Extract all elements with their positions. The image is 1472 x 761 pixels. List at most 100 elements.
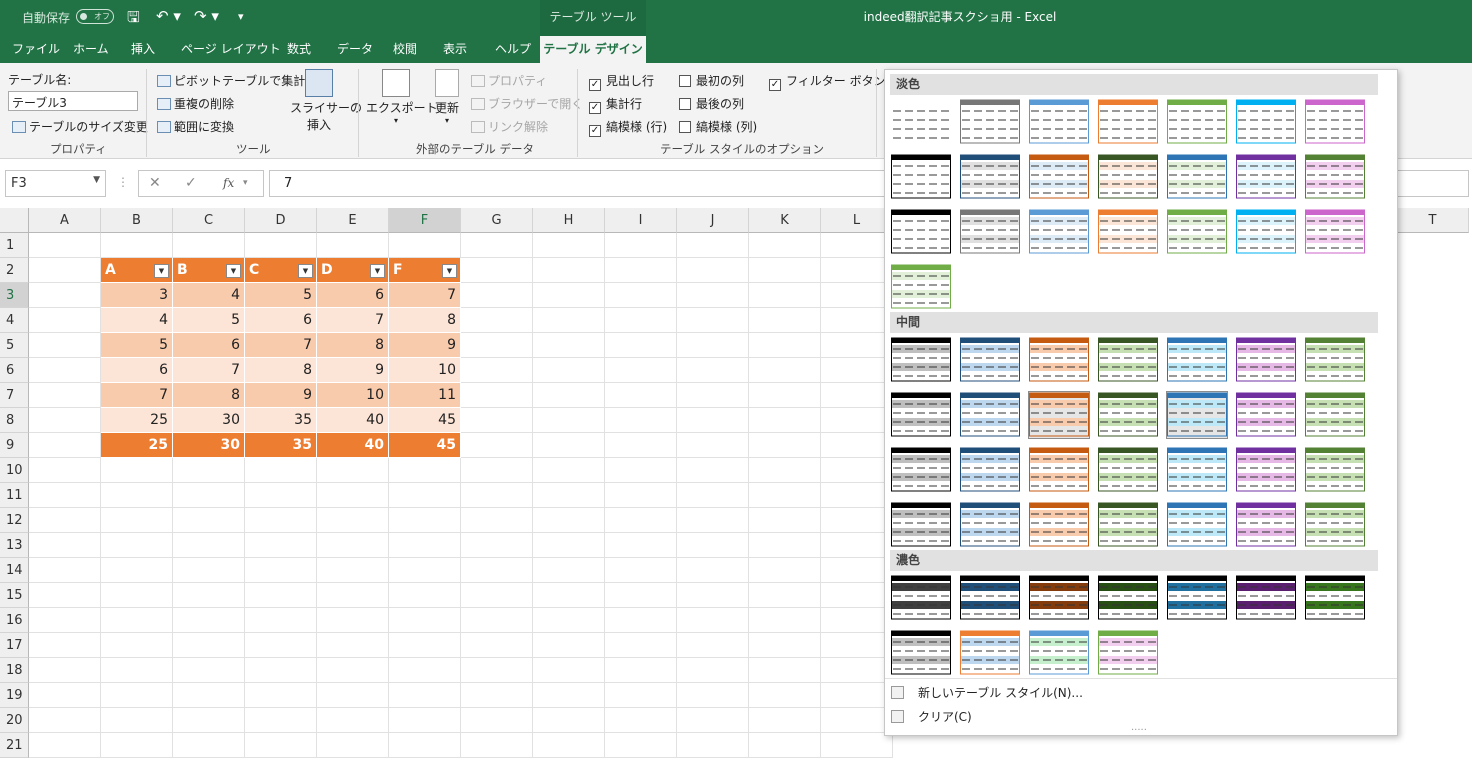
convert-to-range-button[interactable]: 範囲に変換 bbox=[157, 118, 234, 135]
cell[interactable] bbox=[677, 508, 749, 533]
cell[interactable] bbox=[605, 633, 677, 658]
table-style-swatch[interactable] bbox=[1235, 98, 1297, 146]
cell[interactable] bbox=[749, 433, 821, 458]
column-header[interactable]: B bbox=[101, 208, 173, 233]
cell[interactable] bbox=[317, 558, 389, 583]
cell[interactable] bbox=[749, 508, 821, 533]
cell[interactable] bbox=[245, 558, 317, 583]
row-header[interactable]: 8 bbox=[0, 408, 29, 433]
row-header[interactable]: 19 bbox=[0, 683, 29, 708]
row-header[interactable]: 4 bbox=[0, 308, 29, 333]
filter-dropdown-icon[interactable]: ▼ bbox=[298, 264, 313, 278]
column-header[interactable]: D bbox=[245, 208, 317, 233]
table-style-swatch[interactable] bbox=[1028, 501, 1090, 549]
cell[interactable] bbox=[605, 533, 677, 558]
table-cell[interactable]: 8 bbox=[389, 308, 461, 333]
cell[interactable] bbox=[317, 458, 389, 483]
table-style-swatch[interactable] bbox=[1097, 153, 1159, 201]
table-style-swatch[interactable] bbox=[1028, 208, 1090, 256]
table-cell[interactable]: 10 bbox=[317, 383, 389, 408]
cell[interactable] bbox=[461, 383, 533, 408]
cell[interactable] bbox=[605, 558, 677, 583]
cell[interactable] bbox=[29, 658, 101, 683]
row-header[interactable]: 7 bbox=[0, 383, 29, 408]
cell[interactable] bbox=[173, 558, 245, 583]
cell[interactable] bbox=[677, 333, 749, 358]
cell[interactable] bbox=[29, 258, 101, 283]
cell[interactable] bbox=[101, 558, 173, 583]
cell[interactable] bbox=[173, 533, 245, 558]
column-header[interactable]: J bbox=[677, 208, 749, 233]
column-header[interactable]: F bbox=[389, 208, 461, 233]
column-header[interactable]: K bbox=[749, 208, 821, 233]
cell[interactable] bbox=[605, 733, 677, 758]
row-header[interactable]: 14 bbox=[0, 558, 29, 583]
cell[interactable] bbox=[749, 683, 821, 708]
cell[interactable] bbox=[461, 683, 533, 708]
cell[interactable] bbox=[29, 633, 101, 658]
cell[interactable] bbox=[461, 258, 533, 283]
cell[interactable] bbox=[101, 458, 173, 483]
cell[interactable] bbox=[533, 583, 605, 608]
row-header[interactable]: 17 bbox=[0, 633, 29, 658]
cell[interactable] bbox=[461, 633, 533, 658]
chevron-down-icon[interactable]: ▾ bbox=[243, 178, 248, 188]
table-style-swatch[interactable] bbox=[1304, 98, 1366, 146]
table-style-swatch[interactable] bbox=[1235, 446, 1297, 494]
table-style-swatch[interactable] bbox=[1166, 208, 1228, 256]
cell[interactable] bbox=[749, 333, 821, 358]
remove-duplicates-button[interactable]: 重複の削除 bbox=[157, 95, 234, 112]
cell[interactable] bbox=[821, 333, 893, 358]
cell[interactable] bbox=[533, 733, 605, 758]
chevron-down-icon[interactable]: ▼ bbox=[93, 175, 100, 185]
cell[interactable] bbox=[173, 233, 245, 258]
table-style-swatch[interactable] bbox=[1304, 446, 1366, 494]
table-cell[interactable]: 30 bbox=[173, 408, 245, 433]
name-box[interactable]: F3 ▼ bbox=[5, 170, 106, 197]
cell[interactable] bbox=[389, 658, 461, 683]
row-header[interactable]: 20 bbox=[0, 708, 29, 733]
cell[interactable] bbox=[533, 483, 605, 508]
cell[interactable] bbox=[533, 358, 605, 383]
table-cell[interactable]: 40 bbox=[317, 408, 389, 433]
cell[interactable] bbox=[533, 233, 605, 258]
table-style-swatch[interactable] bbox=[1097, 501, 1159, 549]
resize-grip[interactable]: ..... bbox=[1131, 722, 1147, 733]
cell[interactable] bbox=[245, 483, 317, 508]
cell[interactable] bbox=[389, 683, 461, 708]
column-header[interactable]: G bbox=[461, 208, 533, 233]
table-style-swatch[interactable] bbox=[1304, 391, 1366, 439]
cell[interactable] bbox=[245, 508, 317, 533]
cell[interactable] bbox=[389, 558, 461, 583]
cell[interactable] bbox=[821, 483, 893, 508]
cell[interactable] bbox=[461, 283, 533, 308]
cell[interactable] bbox=[101, 733, 173, 758]
cell[interactable] bbox=[533, 558, 605, 583]
cell[interactable] bbox=[821, 433, 893, 458]
table-style-swatch[interactable] bbox=[1028, 446, 1090, 494]
column-header[interactable]: E bbox=[317, 208, 389, 233]
cell[interactable] bbox=[605, 308, 677, 333]
cell[interactable] bbox=[29, 708, 101, 733]
cell[interactable] bbox=[317, 658, 389, 683]
cell[interactable] bbox=[605, 583, 677, 608]
cell[interactable] bbox=[461, 233, 533, 258]
table-style-swatch[interactable] bbox=[890, 446, 952, 494]
cell[interactable] bbox=[29, 408, 101, 433]
cell[interactable] bbox=[677, 258, 749, 283]
cell[interactable] bbox=[533, 433, 605, 458]
cell[interactable] bbox=[749, 608, 821, 633]
cell[interactable] bbox=[749, 633, 821, 658]
cell[interactable] bbox=[245, 458, 317, 483]
cell[interactable] bbox=[389, 233, 461, 258]
table-style-swatch[interactable] bbox=[1028, 574, 1090, 622]
cell[interactable] bbox=[389, 533, 461, 558]
cell[interactable] bbox=[749, 733, 821, 758]
cell[interactable] bbox=[821, 658, 893, 683]
cell[interactable] bbox=[461, 408, 533, 433]
table-cell[interactable]: 6 bbox=[101, 358, 173, 383]
cell[interactable] bbox=[677, 483, 749, 508]
row-header[interactable]: 11 bbox=[0, 483, 29, 508]
filter-button-checkbox[interactable]: ✓ フィルター ボタン bbox=[769, 72, 886, 91]
filter-dropdown-icon[interactable]: ▼ bbox=[226, 264, 241, 278]
